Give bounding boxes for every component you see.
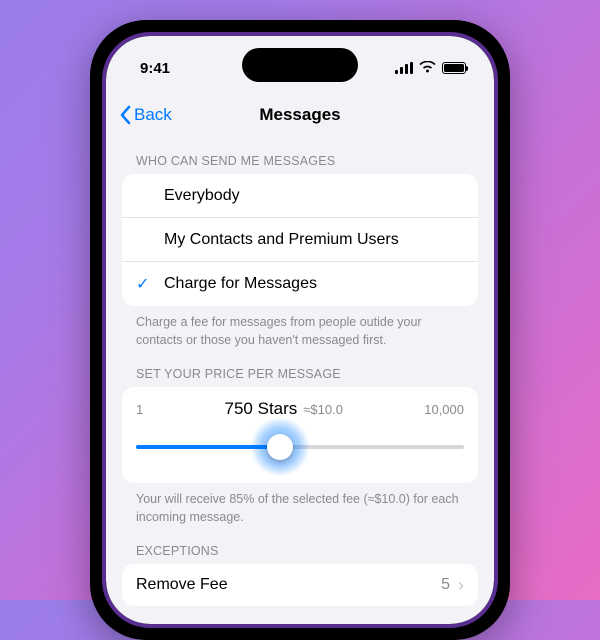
price-value: 750 Stars	[225, 399, 298, 419]
who-can-message-group: Everybody My Contacts and Premium Users …	[122, 174, 478, 306]
option-label: Everybody	[164, 187, 240, 205]
screen: 9:41 Back Messages	[106, 36, 494, 624]
page-title: Messages	[259, 105, 340, 125]
wifi-icon	[419, 60, 436, 77]
section-header-exceptions: EXCEPTIONS	[136, 544, 464, 558]
price-max: 10,000	[424, 402, 464, 417]
price-min: 1	[136, 402, 143, 417]
who-footer: Charge a fee for messages from people ou…	[136, 314, 464, 349]
option-charge[interactable]: ✓ Charge for Messages	[122, 262, 478, 306]
dynamic-island	[242, 48, 358, 82]
battery-icon	[442, 62, 466, 74]
chevron-left-icon	[118, 105, 132, 125]
remove-fee-count: 5	[441, 576, 450, 594]
option-label: Charge for Messages	[164, 275, 317, 293]
checkmark-icon: ✓	[136, 274, 149, 294]
status-time: 9:41	[140, 60, 170, 77]
back-label: Back	[134, 105, 172, 125]
chevron-right-icon: ›	[458, 576, 464, 594]
status-indicators	[395, 60, 466, 77]
option-everybody[interactable]: Everybody	[122, 174, 478, 218]
cellular-icon	[395, 62, 413, 74]
phone-frame: 9:41 Back Messages	[90, 20, 510, 640]
slider-thumb[interactable]	[267, 434, 293, 460]
section-header-who: WHO CAN SEND ME MESSAGES	[136, 154, 464, 168]
price-approx: ≈$10.0	[303, 402, 343, 417]
back-button[interactable]: Back	[118, 105, 172, 125]
option-contacts-premium[interactable]: My Contacts and Premium Users	[122, 218, 478, 262]
phone-bezel: 9:41 Back Messages	[102, 32, 498, 628]
price-card: 1 750 Stars ≈$10.0 10,000	[122, 387, 478, 483]
remove-fee-label: Remove Fee	[136, 576, 228, 594]
nav-bar: Back Messages	[106, 94, 494, 136]
section-header-price: SET YOUR PRICE PER MESSAGE	[136, 367, 464, 381]
price-slider[interactable]	[136, 433, 464, 461]
option-label: My Contacts and Premium Users	[164, 231, 399, 249]
price-footer: Your will receive 85% of the selected fe…	[136, 491, 464, 526]
